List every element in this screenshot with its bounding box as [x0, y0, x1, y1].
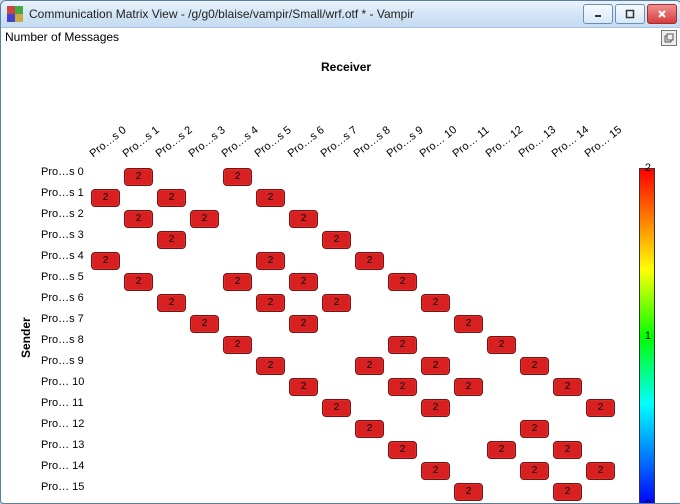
matrix-cell[interactable]: 2	[388, 378, 417, 396]
matrix-cell[interactable]: 2	[586, 462, 615, 480]
row-label: Pro…s 0	[41, 166, 84, 178]
matrix-cell[interactable]: 2	[322, 231, 351, 249]
matrix-cell[interactable]: 2	[124, 168, 153, 186]
col-label: Pro…s 5	[253, 124, 294, 160]
matrix-cell[interactable]: 2	[520, 357, 549, 375]
matrix-cell[interactable]: 2	[289, 315, 318, 333]
receiver-axis-label: Receiver	[321, 60, 371, 74]
row-label: Pro…s 1	[41, 187, 84, 199]
matrix-cell[interactable]: 2	[256, 294, 285, 312]
row-label: Pro… 13	[41, 439, 84, 451]
maximize-button[interactable]	[615, 4, 645, 24]
matrix-cell[interactable]: 2	[520, 420, 549, 438]
app-icon	[7, 6, 23, 22]
matrix-cell[interactable]: 2	[421, 399, 450, 417]
matrix-cell[interactable]: 2	[388, 441, 417, 459]
matrix-cell[interactable]: 2	[355, 252, 384, 270]
matrix-cell[interactable]: 2	[289, 378, 318, 396]
matrix-cell[interactable]: 2	[289, 273, 318, 291]
matrix-cell[interactable]: 2	[124, 210, 153, 228]
col-label: Pro…s 2	[154, 124, 195, 160]
minimize-button[interactable]	[583, 4, 613, 24]
matrix-cell[interactable]: 2	[157, 294, 186, 312]
content-pane: Number of Messages Receiver Sender Pro…s…	[1, 28, 680, 503]
row-label: Pro… 12	[41, 418, 84, 430]
matrix-cell[interactable]: 2	[388, 336, 417, 354]
row-label: Pro…s 5	[41, 271, 84, 283]
row-label: Pro… 15	[41, 481, 84, 493]
color-scale-tick: 1	[639, 330, 651, 342]
col-label: Pro…s 7	[319, 124, 360, 160]
matrix-cell[interactable]: 2	[421, 294, 450, 312]
matrix-cell[interactable]: 2	[223, 336, 252, 354]
col-label: Pro…s 8	[352, 124, 393, 160]
matrix-cell[interactable]: 2	[355, 357, 384, 375]
row-label: Pro…s 2	[41, 208, 84, 220]
matrix-cell[interactable]: 2	[586, 399, 615, 417]
matrix-cell[interactable]: 2	[91, 252, 120, 270]
matrix-cell[interactable]: 2	[421, 462, 450, 480]
sender-axis-label: Sender	[19, 317, 33, 358]
col-label: Pro…s 9	[385, 124, 426, 160]
color-scale-tick: 2	[639, 162, 651, 174]
matrix-cell[interactable]: 2	[256, 357, 285, 375]
matrix-cell[interactable]: 2	[454, 315, 483, 333]
titlebar[interactable]: Communication Matrix View - /g/g0/blaise…	[1, 1, 680, 28]
matrix-cell[interactable]: 2	[355, 420, 384, 438]
app-window: Communication Matrix View - /g/g0/blaise…	[0, 0, 680, 504]
row-label: Pro…s 4	[41, 250, 84, 262]
matrix-cell[interactable]: 2	[421, 357, 450, 375]
matrix-cell[interactable]: 2	[487, 336, 516, 354]
row-label: Pro…s 3	[41, 229, 84, 241]
window-title: Communication Matrix View - /g/g0/blaise…	[29, 7, 583, 21]
matrix-cell[interactable]: 2	[553, 483, 582, 501]
matrix-cell[interactable]: 2	[289, 210, 318, 228]
matrix-cell[interactable]: 2	[454, 483, 483, 501]
col-label: Pro…s 3	[187, 124, 228, 160]
col-label: Pro…s 0	[88, 124, 129, 160]
matrix-cell[interactable]: 2	[388, 273, 417, 291]
matrix-cell[interactable]: 2	[520, 462, 549, 480]
matrix-cell[interactable]: 2	[91, 189, 120, 207]
matrix-cell[interactable]: 2	[256, 252, 285, 270]
matrix-cell[interactable]: 2	[223, 168, 252, 186]
matrix-cell[interactable]: 2	[454, 378, 483, 396]
row-label: Pro…s 8	[41, 334, 84, 346]
matrix-cell[interactable]: 2	[553, 441, 582, 459]
row-label: Pro…s 6	[41, 292, 84, 304]
row-label: Pro… 11	[41, 397, 84, 409]
close-button[interactable]	[647, 4, 677, 24]
matrix-cell[interactable]: 2	[190, 315, 219, 333]
matrix-cell[interactable]: 2	[487, 441, 516, 459]
matrix-cell[interactable]: 2	[256, 189, 285, 207]
row-label: Pro…s 7	[41, 313, 84, 325]
col-label: Pro…s 6	[286, 124, 327, 160]
row-label: Pro… 10	[41, 376, 84, 388]
matrix-cell[interactable]: 2	[322, 399, 351, 417]
col-label: Pro…s 4	[220, 124, 261, 160]
row-label: Pro… 14	[41, 460, 84, 472]
row-label: Pro…s 9	[41, 355, 84, 367]
color-scale-tick: 0	[639, 498, 651, 504]
window-controls	[583, 4, 677, 24]
matrix-cell[interactable]: 2	[553, 378, 582, 396]
col-label: Pro…s 1	[121, 124, 162, 160]
matrix-cell[interactable]: 2	[157, 189, 186, 207]
matrix-cell[interactable]: 2	[124, 273, 153, 291]
matrix-cell[interactable]: 2	[157, 231, 186, 249]
matrix-cell[interactable]: 2	[190, 210, 219, 228]
matrix-cell[interactable]: 2	[223, 273, 252, 291]
matrix-chart: Receiver Sender Pro…s 0Pro…s 1Pro…s 2Pro…	[1, 28, 680, 503]
matrix-cell[interactable]: 2	[322, 294, 351, 312]
